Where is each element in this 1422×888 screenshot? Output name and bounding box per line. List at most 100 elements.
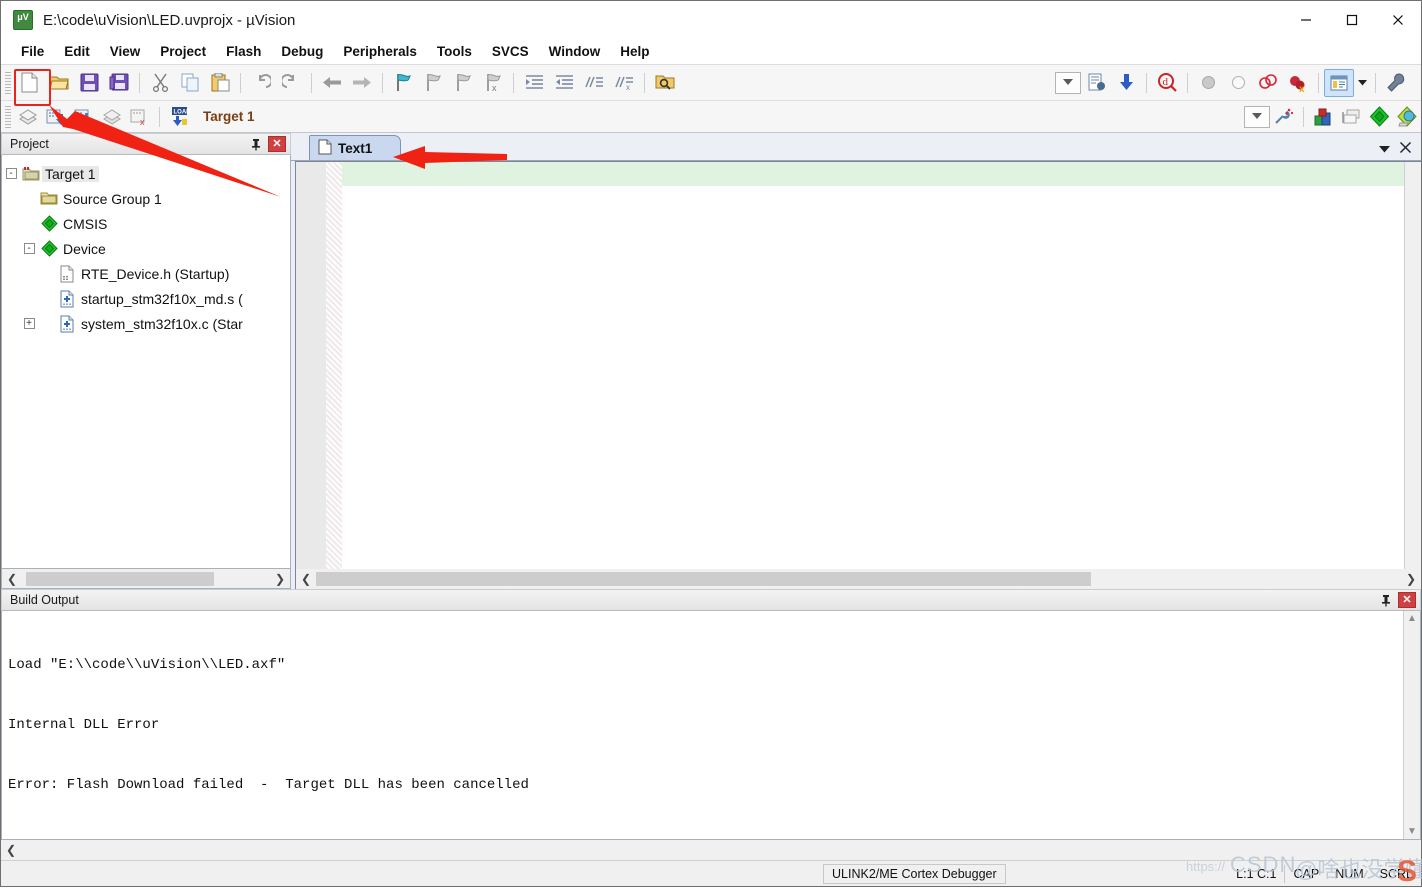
save-all-icon[interactable] [104, 69, 134, 97]
stop-build-icon[interactable]: x [126, 104, 154, 130]
menu-svcs[interactable]: SVCS [482, 41, 539, 62]
copy-icon[interactable] [175, 69, 205, 97]
menu-debug[interactable]: Debug [271, 41, 333, 62]
packs-icon[interactable] [1337, 104, 1365, 130]
close-icon[interactable] [1400, 141, 1411, 156]
breakpoint-icon[interactable] [1193, 69, 1223, 97]
scroll-left-icon[interactable]: ❮ [1, 841, 21, 859]
scroll-up-icon[interactable]: ▲ [1407, 613, 1417, 624]
maximize-icon[interactable] [1329, 1, 1375, 39]
breakpoint-remove-icon[interactable]: x [1283, 69, 1313, 97]
bookmark-prev-icon[interactable] [418, 69, 448, 97]
editor-text-area[interactable] [342, 162, 1404, 569]
editor-surface[interactable] [295, 161, 1421, 569]
project-tree[interactable]: - Target 1 Source Group 1 CMSIS - Device… [1, 155, 291, 569]
bookmark-clear-icon[interactable]: x [478, 69, 508, 97]
scroll-track[interactable] [21, 841, 1421, 859]
expander-toggle[interactable]: - [20, 243, 38, 254]
menu-tools[interactable]: Tools [427, 41, 482, 62]
expander-toggle[interactable]: + [20, 318, 38, 329]
translate-icon[interactable] [14, 104, 42, 130]
comment-icon[interactable] [579, 69, 609, 97]
configure-target-icon[interactable] [1081, 69, 1111, 97]
navigate-back-icon[interactable] [317, 69, 347, 97]
open-file-icon[interactable] [44, 69, 74, 97]
uncomment-icon[interactable]: x [609, 69, 639, 97]
scroll-left-icon[interactable]: ❮ [2, 570, 22, 588]
tree-item-target-1[interactable]: - Target 1 [2, 161, 290, 186]
pack-installer-globe-icon[interactable] [1393, 104, 1421, 130]
tree-item-device[interactable]: - Device [2, 236, 290, 261]
download-to-flash-icon[interactable]: LOAD [165, 104, 193, 130]
close-icon[interactable]: ✕ [1398, 592, 1416, 608]
combo-dropdown-icon[interactable] [1055, 71, 1081, 94]
editor-vscrollbar[interactable] [1404, 162, 1421, 569]
pin-icon[interactable] [248, 136, 264, 152]
new-file-icon[interactable] [14, 69, 44, 97]
collapse-icon[interactable]: - [5, 168, 17, 179]
scroll-right-icon[interactable]: ❯ [1401, 570, 1421, 588]
paste-icon[interactable] [205, 69, 235, 97]
scroll-right-icon[interactable]: ❯ [270, 570, 290, 588]
bookmark-toggle-icon[interactable] [388, 69, 418, 97]
configure-icon[interactable] [1381, 69, 1411, 97]
editor-hscrollbar[interactable]: ❮ ❯ [295, 569, 1421, 589]
build-icon[interactable] [42, 104, 70, 130]
scroll-down-icon[interactable]: ▼ [1407, 826, 1417, 837]
start-debug-icon[interactable]: d [1152, 69, 1182, 97]
collapse-icon[interactable]: - [23, 243, 35, 254]
project-hscrollbar[interactable]: ❮ ❯ [1, 569, 291, 589]
find-in-files-icon[interactable] [650, 69, 680, 97]
tree-item-source-group-1[interactable]: Source Group 1 [2, 186, 290, 211]
toolbar-grip[interactable] [5, 71, 11, 94]
close-icon[interactable] [1375, 1, 1421, 39]
undo-icon[interactable] [246, 69, 276, 97]
bookmark-next-icon[interactable] [448, 69, 478, 97]
manage-windows-icon[interactable] [1324, 68, 1354, 97]
chevron-down-icon[interactable] [1379, 141, 1390, 156]
target-options-icon[interactable] [1270, 104, 1298, 130]
tree-item-startup-stm32f10x-md-s[interactable]: startup_stm32f10x_md.s ( [2, 286, 290, 311]
tree-item-rte-device-h[interactable]: RTE_Device.h (Startup) [2, 261, 290, 286]
target-selector-value[interactable]: Target 1 [203, 109, 323, 124]
tree-item-system-stm32f10x-c[interactable]: + system_stm32f10x.c (Star [2, 311, 290, 336]
redo-icon[interactable] [276, 69, 306, 97]
menu-project[interactable]: Project [150, 41, 216, 62]
outdent-icon[interactable] [549, 69, 579, 97]
breakpoint-disable-icon[interactable] [1223, 69, 1253, 97]
batch-build-icon[interactable] [98, 104, 126, 130]
scroll-left-icon[interactable]: ❮ [296, 570, 316, 588]
chevron-down-icon[interactable] [1244, 105, 1270, 128]
expander-toggle[interactable]: - [2, 168, 20, 179]
pin-icon[interactable] [1378, 592, 1394, 608]
toolbar-grip[interactable] [5, 105, 11, 128]
editor-tab-text1[interactable]: Text1 [309, 135, 401, 160]
scroll-track[interactable] [316, 570, 1401, 588]
menu-view[interactable]: View [100, 41, 151, 62]
rebuild-icon[interactable] [70, 104, 98, 130]
minimize-icon[interactable] [1283, 1, 1329, 39]
close-icon[interactable]: ✕ [268, 136, 286, 152]
menu-window[interactable]: Window [539, 41, 611, 62]
scroll-track[interactable] [22, 569, 270, 588]
menu-flash[interactable]: Flash [216, 41, 271, 62]
build-output-hscrollbar[interactable]: ❮ [1, 840, 1421, 860]
indent-icon[interactable] [519, 69, 549, 97]
expand-icon[interactable]: + [23, 318, 35, 329]
build-output-body[interactable]: Load "E:\\code\\uVision\\LED.axf" Intern… [1, 611, 1421, 840]
menu-file[interactable]: File [11, 41, 54, 62]
scroll-thumb[interactable] [316, 572, 1091, 586]
tree-item-cmsis[interactable]: CMSIS [2, 211, 290, 236]
navigate-forward-icon[interactable] [347, 69, 377, 97]
cut-icon[interactable] [145, 69, 175, 97]
manage-project-items-icon[interactable] [1309, 104, 1337, 130]
menu-peripherals[interactable]: Peripherals [333, 41, 427, 62]
menu-help[interactable]: Help [610, 41, 659, 62]
save-icon[interactable] [74, 69, 104, 97]
pack-installer-icon[interactable] [1365, 104, 1393, 130]
breakpoint-kill-all-icon[interactable] [1253, 69, 1283, 97]
download-icon[interactable] [1111, 69, 1141, 97]
manage-windows-caret-icon[interactable] [1354, 69, 1370, 97]
menu-edit[interactable]: Edit [54, 41, 100, 62]
scroll-thumb[interactable] [26, 571, 214, 586]
